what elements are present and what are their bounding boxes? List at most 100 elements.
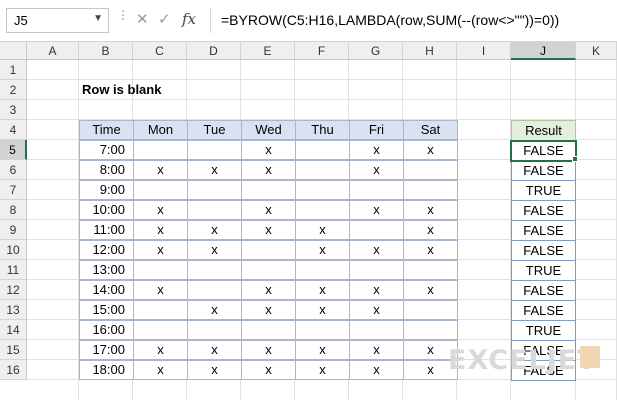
table-cell[interactable]: x <box>133 360 188 380</box>
table-cell[interactable] <box>295 200 350 220</box>
table-cell[interactable]: x <box>403 140 458 160</box>
table-cell[interactable] <box>241 260 296 280</box>
table-cell[interactable]: x <box>241 160 296 180</box>
row-header-13[interactable]: 13 <box>0 300 27 320</box>
table-cell[interactable]: x <box>241 360 296 380</box>
column-header-g[interactable]: G <box>349 42 403 60</box>
time-cell[interactable]: 10:00 <box>79 200 134 220</box>
table-cell[interactable]: x <box>349 280 404 300</box>
name-box[interactable]: J5 ▼ <box>6 8 109 33</box>
table-cell[interactable] <box>349 220 404 240</box>
table-cell[interactable]: x <box>241 340 296 360</box>
table-cell[interactable]: x <box>241 220 296 240</box>
table-cell[interactable]: x <box>295 280 350 300</box>
table-cell[interactable]: x <box>187 340 242 360</box>
table-cell[interactable] <box>295 180 350 200</box>
column-header-d[interactable]: D <box>187 42 241 60</box>
table-cell[interactable] <box>349 320 404 340</box>
time-cell[interactable]: 9:00 <box>79 180 134 200</box>
table-cell[interactable]: x <box>241 200 296 220</box>
table-cell[interactable] <box>133 320 188 340</box>
table-cell[interactable] <box>133 300 188 320</box>
time-cell[interactable]: 16:00 <box>79 320 134 340</box>
row-header-3[interactable]: 3 <box>0 100 27 120</box>
table-cell[interactable]: x <box>403 280 458 300</box>
table-cell[interactable]: x <box>187 300 242 320</box>
column-header-e[interactable]: E <box>241 42 295 60</box>
time-cell[interactable]: 15:00 <box>79 300 134 320</box>
row-header-12[interactable]: 12 <box>0 280 27 300</box>
table-cell[interactable] <box>241 320 296 340</box>
table-cell[interactable] <box>403 180 458 200</box>
table-header-cell[interactable]: Mon <box>133 120 188 140</box>
cancel-icon[interactable]: ✕ <box>136 10 149 28</box>
table-cell[interactable]: x <box>403 240 458 260</box>
row-header-5[interactable]: 5 <box>0 140 27 160</box>
table-cell[interactable] <box>187 280 242 300</box>
result-cell[interactable]: FALSE <box>511 201 576 221</box>
row-header-14[interactable]: 14 <box>0 320 27 340</box>
column-header-h[interactable]: H <box>403 42 457 60</box>
column-header-j[interactable]: J <box>511 42 576 60</box>
result-cell[interactable]: FALSE <box>511 221 576 241</box>
table-cell[interactable]: x <box>349 340 404 360</box>
row-header-1[interactable]: 1 <box>0 60 27 80</box>
table-cell[interactable] <box>403 160 458 180</box>
time-cell[interactable]: 8:00 <box>79 160 134 180</box>
table-cell[interactable] <box>241 180 296 200</box>
column-header-c[interactable]: C <box>133 42 187 60</box>
table-cell[interactable]: x <box>349 300 404 320</box>
table-cell[interactable] <box>349 180 404 200</box>
table-cell[interactable]: x <box>403 200 458 220</box>
table-cell[interactable]: x <box>295 340 350 360</box>
row-header-10[interactable]: 10 <box>0 240 27 260</box>
table-cell[interactable] <box>187 140 242 160</box>
select-all-corner[interactable] <box>0 42 27 60</box>
result-cell[interactable]: FALSE <box>511 241 576 261</box>
table-cell[interactable] <box>295 320 350 340</box>
row-header-6[interactable]: 6 <box>0 160 27 180</box>
column-header-b[interactable]: B <box>79 42 133 60</box>
insert-function-icon[interactable]: fx <box>182 10 196 28</box>
column-header-i[interactable]: I <box>457 42 511 60</box>
table-cell[interactable] <box>241 240 296 260</box>
table-cell[interactable] <box>403 300 458 320</box>
drag-handle-icon[interactable]: ⋮ <box>117 9 129 21</box>
row-header-15[interactable]: 15 <box>0 340 27 360</box>
time-cell[interactable]: 13:00 <box>79 260 134 280</box>
table-cell[interactable] <box>403 260 458 280</box>
table-cell[interactable]: x <box>187 160 242 180</box>
row-header-7[interactable]: 7 <box>0 180 27 200</box>
result-cell[interactable]: FALSE <box>511 301 576 321</box>
result-header[interactable]: Result <box>511 120 576 141</box>
table-cell[interactable]: x <box>133 240 188 260</box>
table-cell[interactable] <box>133 180 188 200</box>
table-cell[interactable]: x <box>295 360 350 380</box>
table-cell[interactable]: x <box>403 220 458 240</box>
time-cell[interactable]: 11:00 <box>79 220 134 240</box>
result-cell[interactable]: FALSE <box>511 161 576 181</box>
column-header-k[interactable]: K <box>576 42 617 60</box>
table-cell[interactable] <box>187 320 242 340</box>
time-cell[interactable]: 14:00 <box>79 280 134 300</box>
check-icon[interactable]: ✓ <box>158 10 171 28</box>
table-header-cell[interactable]: Thu <box>295 120 350 140</box>
result-cell[interactable]: TRUE <box>511 261 576 281</box>
row-header-4[interactable]: 4 <box>0 120 27 140</box>
table-cell[interactable]: x <box>187 220 242 240</box>
chevron-down-icon[interactable]: ▼ <box>93 13 103 24</box>
table-cell[interactable]: x <box>349 360 404 380</box>
table-cell[interactable]: x <box>241 140 296 160</box>
table-cell[interactable] <box>295 140 350 160</box>
row-header-16[interactable]: 16 <box>0 360 27 380</box>
table-cell[interactable]: x <box>187 240 242 260</box>
time-cell[interactable]: 12:00 <box>79 240 134 260</box>
table-header-cell[interactable]: Tue <box>187 120 242 140</box>
table-cell[interactable]: x <box>133 220 188 240</box>
table-cell[interactable]: x <box>295 240 350 260</box>
result-cell[interactable]: TRUE <box>511 181 576 201</box>
table-cell[interactable] <box>187 180 242 200</box>
result-cell[interactable]: TRUE <box>511 321 576 341</box>
table-cell[interactable]: x <box>187 360 242 380</box>
table-cell[interactable] <box>295 160 350 180</box>
